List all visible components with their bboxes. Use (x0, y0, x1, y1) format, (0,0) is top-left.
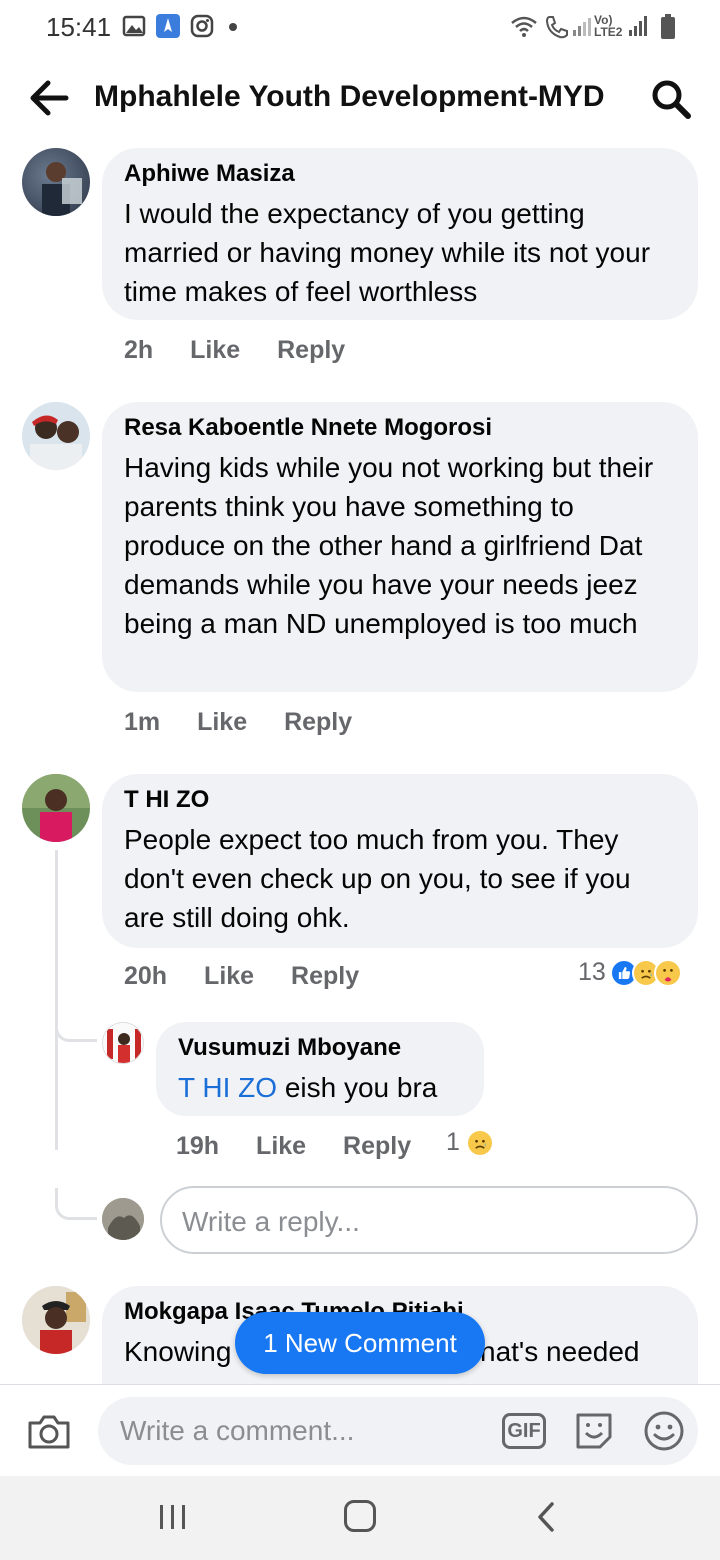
comment-bubble[interactable]: Aphiwe Masiza I would the expectancy of … (102, 148, 698, 320)
call-icon (545, 16, 568, 39)
reply-button[interactable]: Reply (343, 1132, 411, 1160)
reaction-summary[interactable]: 13 (578, 958, 682, 987)
comment-text: People expect too much from you. They do… (124, 824, 631, 933)
thread-connector (55, 1010, 97, 1042)
reply-author[interactable]: Vusumuzi Mboyane (178, 1034, 462, 1062)
arrow-left-icon[interactable] (26, 78, 72, 118)
reaction-count: 1 (446, 1128, 460, 1156)
gif-button[interactable]: GIF (502, 1413, 546, 1449)
status-time: 15:41 (46, 12, 112, 42)
battery-icon (661, 14, 675, 39)
reply-button[interactable]: Reply (284, 708, 352, 736)
thread-line (55, 850, 58, 1150)
comment-text-end: hat's needed (480, 1336, 640, 1367)
dot-icon (229, 23, 237, 31)
signal-icon (573, 18, 591, 36)
gallery-icon (122, 15, 146, 37)
sticker-icon[interactable] (572, 1409, 616, 1453)
instagram-icon (190, 14, 214, 38)
avatar (102, 1198, 144, 1240)
comment-time: 1m (124, 708, 161, 736)
reply-time: 19h (176, 1132, 220, 1160)
comment-input-placeholder: Write a comment... (120, 1415, 355, 1446)
status-bar: 15:41 Vo) LTE2 (0, 0, 720, 54)
network-label: Vo) LTE2 (594, 13, 623, 39)
camera-icon[interactable] (26, 1411, 72, 1451)
reply-text: T HI ZO eish you bra (178, 1068, 462, 1107)
mention-link[interactable]: T HI ZO (178, 1072, 277, 1103)
sad-reaction-icon (465, 1128, 494, 1157)
emoji-icon[interactable] (642, 1409, 686, 1453)
reply-input[interactable]: Write a reply... (160, 1186, 698, 1254)
comment-text: I would the expectancy of you getting ma… (124, 198, 651, 307)
new-comment-button[interactable]: 1 New Comment (235, 1312, 485, 1374)
comment-author[interactable]: T HI ZO (124, 786, 676, 814)
comment-text-start: Knowing (124, 1336, 232, 1367)
comment-input[interactable]: Write a comment... GIF (98, 1397, 698, 1465)
header: Mphahlele Youth Development-MYD (0, 62, 720, 136)
recent-apps-icon[interactable] (158, 1502, 188, 1532)
search-icon[interactable] (650, 78, 692, 120)
wifi-icon (511, 16, 537, 37)
signal-icon-2 (629, 16, 647, 36)
avatar[interactable] (22, 402, 90, 470)
avatar[interactable] (22, 1286, 90, 1354)
comment-author[interactable]: Resa Kaboentle Nnete Mogorosi (124, 414, 676, 442)
comment-actions: 20h Like Reply (124, 962, 389, 991)
reply-reaction-summary[interactable]: 1 (446, 1128, 494, 1157)
comment-time: 20h (124, 962, 168, 990)
comment-text: Having kids while you not working but th… (124, 452, 654, 639)
back-icon[interactable] (534, 1500, 558, 1534)
avatar[interactable] (22, 774, 90, 842)
avatar[interactable] (22, 148, 90, 216)
reply-input-placeholder: Write a reply... (182, 1206, 360, 1237)
care-reaction-icon (653, 958, 682, 987)
reply-button[interactable]: Reply (277, 336, 345, 364)
comment-bubble[interactable]: T HI ZO People expect too much from you.… (102, 774, 698, 948)
like-button[interactable]: Like (197, 708, 247, 736)
like-button[interactable]: Like (190, 336, 240, 364)
comment-time: 2h (124, 336, 154, 364)
page-title: Mphahlele Youth Development-MYD (94, 80, 605, 113)
comment-bubble[interactable]: Resa Kaboentle Nnete Mogorosi Having kid… (102, 402, 698, 692)
comments-list: Aphiwe Masiza I would the expectancy of … (0, 140, 720, 1384)
reply-bubble[interactable]: Vusumuzi Mboyane T HI ZO eish you bra (156, 1022, 484, 1116)
like-button[interactable]: Like (256, 1132, 306, 1160)
reaction-count: 13 (578, 958, 606, 986)
comment-actions: 1m Like Reply (124, 708, 382, 737)
home-icon[interactable] (344, 1500, 376, 1532)
reply-actions: 19h Like Reply (176, 1132, 441, 1161)
thread-connector (55, 1188, 97, 1220)
app-icon (156, 14, 180, 38)
system-nav-bar (0, 1476, 720, 1560)
comment-actions: 2h Like Reply (124, 336, 375, 365)
reply-text-body: eish you bra (277, 1072, 438, 1103)
avatar[interactable] (102, 1022, 144, 1064)
comment-composer: Write a comment... GIF (0, 1384, 720, 1476)
comment-author[interactable]: Aphiwe Masiza (124, 160, 676, 188)
reply-button[interactable]: Reply (291, 962, 359, 990)
like-button[interactable]: Like (204, 962, 254, 990)
